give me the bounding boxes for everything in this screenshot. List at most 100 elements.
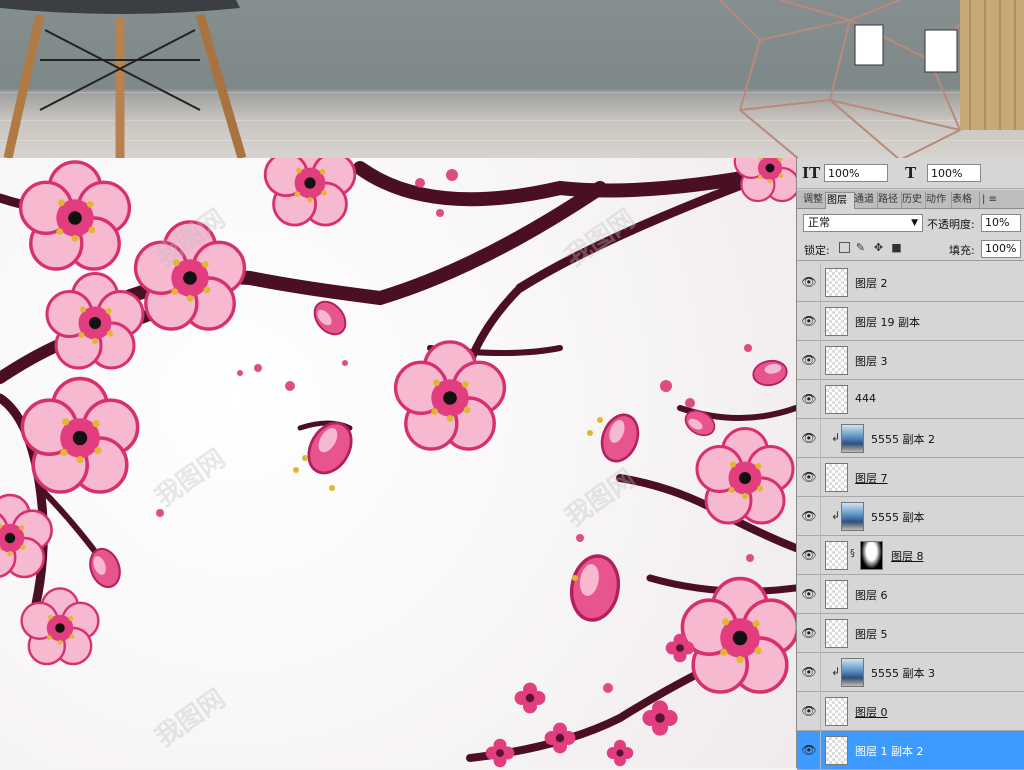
clipping-mask-icon: ↲ bbox=[831, 665, 841, 678]
layer-row[interactable]: 👁 ↲ 5555 副本 3 bbox=[797, 653, 1024, 692]
divider bbox=[820, 302, 821, 341]
clipping-mask-icon: ↲ bbox=[831, 431, 841, 444]
horizontal-scale-field[interactable]: 100% bbox=[927, 164, 981, 182]
tab-layers[interactable]: 图层 bbox=[825, 192, 855, 209]
opacity-field[interactable]: 10% bbox=[981, 214, 1021, 232]
clipping-mask-icon: ↲ bbox=[831, 509, 841, 522]
divider bbox=[820, 497, 821, 536]
layer-row[interactable]: 👁 图层 6 bbox=[797, 575, 1024, 614]
layer-name: 图层 1 副本 2 bbox=[855, 745, 924, 758]
eye-icon[interactable]: 👁 bbox=[801, 430, 817, 446]
layer-row[interactable]: 👁 图层 3 bbox=[797, 341, 1024, 380]
eye-icon[interactable]: 👁 bbox=[801, 469, 817, 485]
layer-thumbnail[interactable] bbox=[825, 619, 848, 648]
layer-thumbnail[interactable] bbox=[825, 463, 848, 492]
chevron-down-icon: ▼ bbox=[911, 218, 918, 228]
opacity-label: 不透明度: bbox=[927, 218, 975, 231]
layer-row[interactable]: 👁 图层 5 bbox=[797, 614, 1024, 653]
layer-name: 图层 6 bbox=[855, 589, 888, 602]
divider bbox=[820, 419, 821, 458]
layer-name: 图层 2 bbox=[855, 277, 888, 290]
layer-row[interactable]: 👁 图层 1 副本 2 bbox=[797, 731, 1024, 770]
layer-list: 👁 图层 2 👁 图层 19 副本 👁 图层 3 👁 444 👁 ↲ 5555 副本 2 👁 图层 7 👁… bbox=[797, 263, 1024, 770]
layer-row[interactable]: 👁 ↲ 5555 副本 2 bbox=[797, 419, 1024, 458]
background-photo bbox=[0, 0, 1024, 160]
layer-name: 5555 副本 bbox=[871, 511, 925, 524]
eye-icon[interactable]: 👁 bbox=[801, 742, 817, 758]
layer-thumbnail[interactable] bbox=[825, 580, 848, 609]
layer-row[interactable]: 👁 444 bbox=[797, 380, 1024, 419]
fill-field[interactable]: 100% bbox=[981, 240, 1021, 258]
layer-row[interactable]: 👁 ↲ 5555 副本 bbox=[797, 497, 1024, 536]
vertical-scale-icon: IT bbox=[802, 164, 821, 182]
lock-icon[interactable]: ■ bbox=[891, 242, 902, 253]
eye-icon[interactable]: 👁 bbox=[801, 547, 817, 563]
layer-row[interactable]: 👁 § 图层 8 bbox=[797, 536, 1024, 575]
brush-icon[interactable]: ✎ bbox=[855, 242, 866, 253]
blend-mode-dropdown[interactable]: 正常 ▼ bbox=[803, 214, 923, 232]
layer-thumbnail[interactable] bbox=[825, 346, 848, 375]
vertical-scale-field[interactable]: 100% bbox=[824, 164, 888, 182]
fill-label: 填充: bbox=[949, 244, 975, 257]
layer-thumbnail[interactable] bbox=[825, 385, 848, 414]
layer-mask-thumbnail[interactable] bbox=[860, 541, 883, 570]
eye-icon[interactable]: 👁 bbox=[801, 625, 817, 641]
layers-panel: IT 100% T 100% 调整 图层 通道 路径 历史 动作 表格 | ≡ … bbox=[796, 158, 1024, 770]
tab-channels[interactable]: 通道 bbox=[853, 192, 878, 208]
tab-history[interactable]: 历史 bbox=[901, 192, 926, 208]
blend-row: 正常 ▼ 不透明度: 10% bbox=[797, 212, 1024, 236]
layer-name: 图层 19 副本 bbox=[855, 316, 920, 329]
panel-menu[interactable]: | ≡ bbox=[981, 192, 1021, 208]
eye-icon[interactable]: 👁 bbox=[801, 664, 817, 680]
horizontal-scale-icon: T bbox=[905, 164, 917, 182]
divider bbox=[820, 263, 821, 302]
blend-mode-value: 正常 bbox=[808, 216, 830, 229]
lock-label: 锁定: bbox=[804, 244, 830, 257]
layer-thumbnail[interactable] bbox=[841, 502, 864, 531]
layer-thumbnail[interactable] bbox=[825, 307, 848, 336]
divider bbox=[820, 380, 821, 419]
eye-icon[interactable]: 👁 bbox=[801, 352, 817, 368]
layer-thumbnail[interactable] bbox=[841, 424, 864, 453]
divider bbox=[820, 692, 821, 731]
move-icon[interactable]: ✥ bbox=[873, 242, 884, 253]
layer-row[interactable]: 👁 图层 19 副本 bbox=[797, 302, 1024, 341]
character-scale-row: IT 100% T 100% bbox=[797, 158, 1024, 189]
layer-name: 图层 0 bbox=[855, 706, 888, 719]
tab-paths[interactable]: 路径 bbox=[877, 192, 902, 208]
layer-name: 444 bbox=[855, 392, 876, 405]
divider bbox=[820, 341, 821, 380]
layer-name: 5555 副本 2 bbox=[871, 433, 935, 446]
divider bbox=[820, 653, 821, 692]
furniture-illustration bbox=[0, 0, 1024, 160]
layer-row[interactable]: 👁 图层 0 bbox=[797, 692, 1024, 731]
layer-thumbnail[interactable] bbox=[825, 697, 848, 726]
layer-thumbnail[interactable] bbox=[825, 736, 848, 765]
layer-name: 图层 7 bbox=[855, 472, 888, 485]
divider bbox=[820, 614, 821, 653]
tab-adjustments[interactable]: 调整 bbox=[802, 192, 827, 208]
tab-actions[interactable]: 动作 bbox=[925, 192, 952, 208]
eye-icon[interactable]: 👁 bbox=[801, 703, 817, 719]
layer-name: 图层 3 bbox=[855, 355, 888, 368]
layer-name: 图层 8 bbox=[891, 550, 924, 563]
link-icon[interactable]: § bbox=[850, 548, 855, 559]
tab-styles[interactable]: 表格 bbox=[951, 192, 980, 208]
eye-icon[interactable]: 👁 bbox=[801, 274, 817, 290]
divider bbox=[820, 536, 821, 575]
lock-transparent-icon[interactable] bbox=[839, 242, 850, 253]
lock-row: 锁定: ✎ ✥ ■ 填充: 100% bbox=[797, 238, 1024, 261]
layer-row[interactable]: 👁 图层 2 bbox=[797, 263, 1024, 302]
eye-icon[interactable]: 👁 bbox=[801, 391, 817, 407]
layer-name: 5555 副本 3 bbox=[871, 667, 935, 680]
layer-row[interactable]: 👁 图层 7 bbox=[797, 458, 1024, 497]
eye-icon[interactable]: 👁 bbox=[801, 586, 817, 602]
layer-thumbnail[interactable] bbox=[841, 658, 864, 687]
plum-blossom-artwork bbox=[0, 158, 796, 768]
layer-thumbnail[interactable] bbox=[825, 268, 848, 297]
layer-name: 图层 5 bbox=[855, 628, 888, 641]
layer-thumbnail[interactable] bbox=[825, 541, 848, 570]
eye-icon[interactable]: 👁 bbox=[801, 313, 817, 329]
panel-tabs: 调整 图层 通道 路径 历史 动作 表格 | ≡ bbox=[797, 190, 1024, 209]
eye-icon[interactable]: 👁 bbox=[801, 508, 817, 524]
